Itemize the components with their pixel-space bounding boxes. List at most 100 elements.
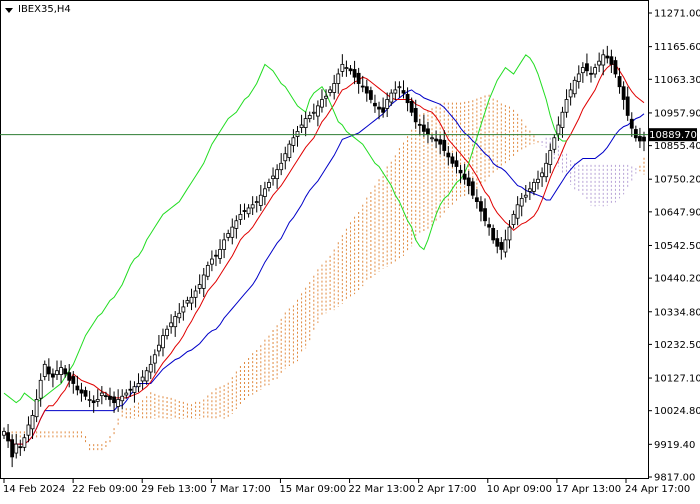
candle-body — [230, 226, 235, 238]
candle-body — [511, 213, 516, 225]
candle-body — [491, 228, 496, 241]
candle-body — [67, 372, 72, 381]
candle-body — [299, 124, 304, 128]
candle-body — [87, 399, 92, 401]
x-tick-label: 15 Mar 09:00 — [279, 484, 346, 495]
candle-body — [633, 129, 638, 139]
candle-body — [413, 108, 418, 123]
chart-area[interactable]: 11271.00 11165.60 11063.30 10957.90 10855.40… — [0, 0, 700, 500]
candle-body — [140, 376, 145, 382]
candle-body — [136, 383, 141, 388]
candle-body — [10, 439, 15, 458]
candle-body — [405, 93, 410, 104]
candle-body — [324, 95, 328, 99]
candle-body — [128, 388, 133, 391]
candle-body — [389, 92, 394, 103]
symbol-title: IBEX35,H4 — [18, 4, 71, 15]
candle-body — [91, 400, 96, 404]
x-tick-label: 24 Apr 17:00 — [625, 484, 690, 495]
candle-body — [38, 379, 43, 399]
candle-body — [479, 201, 483, 212]
y-tick-label: 10750.20 — [654, 175, 700, 186]
x-tick-label: 22 Mar 13:00 — [349, 484, 416, 495]
candle-body — [197, 284, 202, 289]
y-tick-label: 11165.60 — [654, 42, 700, 53]
candle-body — [226, 233, 231, 238]
candle-body — [580, 67, 585, 74]
x-tick-label: 2 Apr 17:00 — [418, 484, 477, 495]
candle-body — [495, 238, 500, 247]
candle-body — [320, 99, 324, 108]
candle-body — [303, 118, 308, 128]
candle-body — [63, 368, 68, 375]
candle-body — [246, 207, 251, 215]
y-tick-label: 10127.10 — [654, 374, 700, 385]
candle-body — [426, 128, 430, 135]
candle-body — [328, 89, 333, 93]
candle-body — [242, 210, 247, 212]
candle-body — [340, 63, 345, 72]
x-tick-label: 29 Feb 13:00 — [141, 484, 207, 495]
y-tick-label: 10855.40 — [654, 141, 700, 152]
current-price-label: 10889.70 — [649, 130, 697, 141]
candle-body — [430, 137, 434, 140]
candle-body — [295, 130, 300, 137]
candle-body — [409, 100, 414, 113]
candle-body — [116, 399, 121, 407]
candle-body — [75, 385, 80, 391]
candle-body — [209, 258, 214, 265]
y-tick-label: 11063.30 — [654, 75, 700, 86]
candle-body — [621, 86, 626, 100]
candle-body — [625, 96, 630, 116]
candle-body — [560, 111, 565, 128]
candle-body — [83, 390, 88, 397]
x-tick-label: 7 Mar 17:00 — [210, 484, 270, 495]
candle-body — [26, 424, 31, 436]
candle-body — [6, 432, 10, 442]
candle-body — [51, 373, 55, 378]
candle-body — [360, 85, 365, 88]
candle-body — [434, 138, 439, 142]
candle-body — [568, 89, 573, 98]
ichimoku-candlestick-chart[interactable]: 11271.00 11165.60 11063.30 10957.90 10855.40… — [0, 0, 700, 500]
candle-body — [165, 328, 169, 337]
candle-body — [532, 182, 536, 192]
candle-body — [218, 249, 222, 259]
candle-body — [523, 194, 528, 198]
candle-body — [271, 175, 275, 180]
candle-body — [462, 173, 467, 180]
x-tick-label: 22 Feb 09:00 — [72, 484, 138, 495]
candle-body — [14, 443, 19, 454]
candle-body — [438, 139, 443, 145]
candle-body — [629, 118, 634, 129]
candle-body — [152, 354, 157, 364]
candle-body — [2, 430, 6, 436]
candle-body — [638, 136, 642, 142]
candle-body — [18, 446, 23, 449]
candle-body — [104, 395, 108, 398]
y-tick-label: 10957.90 — [654, 108, 700, 119]
candle-body — [132, 386, 137, 393]
candle-body — [315, 105, 320, 117]
candle-body — [148, 363, 153, 373]
candle-body — [377, 106, 381, 110]
y-tick-label: 9919.40 — [654, 440, 695, 451]
candle-body — [556, 124, 561, 135]
symbol-dropdown-icon[interactable] — [5, 8, 13, 13]
candle-body — [205, 265, 210, 277]
candle-body — [364, 86, 369, 94]
candle-body — [124, 392, 129, 396]
candle-body — [258, 194, 263, 206]
candle-body — [458, 169, 463, 174]
candle-body — [193, 290, 198, 298]
candle-body — [189, 296, 194, 304]
candle-body — [234, 220, 239, 229]
candle-body — [609, 56, 614, 65]
candle-body — [356, 72, 361, 84]
candle-body — [279, 162, 284, 171]
candle-body — [95, 399, 100, 402]
candle-body — [181, 306, 186, 313]
candle-body — [421, 124, 426, 132]
candle-body — [442, 139, 447, 151]
candle-body — [214, 254, 218, 257]
